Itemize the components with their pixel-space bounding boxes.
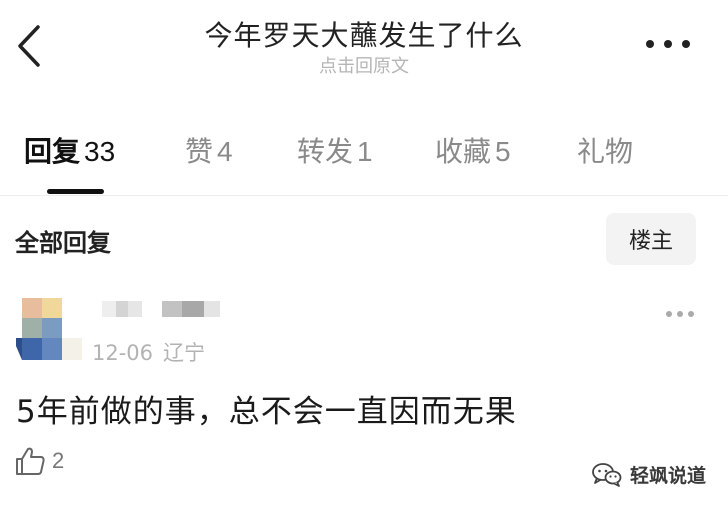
more-horizontal-icon bbox=[666, 311, 672, 317]
comment-meta: 12-06 辽宁 bbox=[92, 337, 205, 367]
tab-replies[interactable]: 回复 33 bbox=[24, 130, 115, 170]
active-tab-indicator bbox=[47, 189, 104, 194]
tab-favorites[interactable]: 收藏 5 bbox=[435, 130, 511, 170]
divider bbox=[0, 195, 728, 196]
thumbs-up-icon bbox=[16, 447, 45, 475]
comment-text: 5年前做的事，总不会一直因而无果 bbox=[16, 394, 517, 430]
watermark-text: 轻飒说道 bbox=[629, 465, 706, 487]
tab-count: 1 bbox=[357, 136, 373, 167]
page-title: 今年罗天大蘸发生了什么 bbox=[204, 19, 524, 52]
more-horizontal-icon bbox=[646, 40, 654, 48]
tab-count: 4 bbox=[217, 136, 233, 167]
like-button[interactable]: 2 bbox=[14, 444, 64, 478]
comment-location: 辽宁 bbox=[163, 341, 206, 365]
tab-label: 收藏 bbox=[435, 135, 492, 168]
tab-label: 礼物 bbox=[577, 135, 634, 168]
wechat-icon bbox=[592, 462, 622, 487]
more-options-button[interactable] bbox=[646, 38, 690, 52]
tab-label: 回复 bbox=[24, 135, 81, 168]
tab-label: 赞 bbox=[185, 135, 214, 168]
all-replies-heading: 全部回复 bbox=[15, 229, 111, 257]
username-blurred[interactable] bbox=[102, 299, 222, 319]
like-count: 2 bbox=[52, 448, 65, 473]
tab-likes[interactable]: 赞4 bbox=[185, 130, 233, 170]
comment-date: 12-06 bbox=[92, 341, 154, 365]
tab-gifts[interactable]: 礼物 bbox=[577, 130, 633, 170]
tab-count: 5 bbox=[495, 136, 511, 167]
tab-forwards[interactable]: 转发 1 bbox=[297, 130, 373, 170]
comment-more-button[interactable] bbox=[666, 311, 696, 319]
tab-bar: 回复 33 赞4 转发 1 收藏 5 礼物 bbox=[0, 130, 728, 194]
owner-only-button[interactable]: 楼主 bbox=[606, 213, 696, 265]
tab-count: 33 bbox=[84, 136, 116, 167]
tab-label: 转发 bbox=[297, 135, 354, 168]
watermark: 轻飒说道 bbox=[592, 461, 706, 488]
avatar[interactable] bbox=[16, 298, 82, 360]
view-original-link[interactable]: 点击回原文 bbox=[0, 52, 728, 78]
